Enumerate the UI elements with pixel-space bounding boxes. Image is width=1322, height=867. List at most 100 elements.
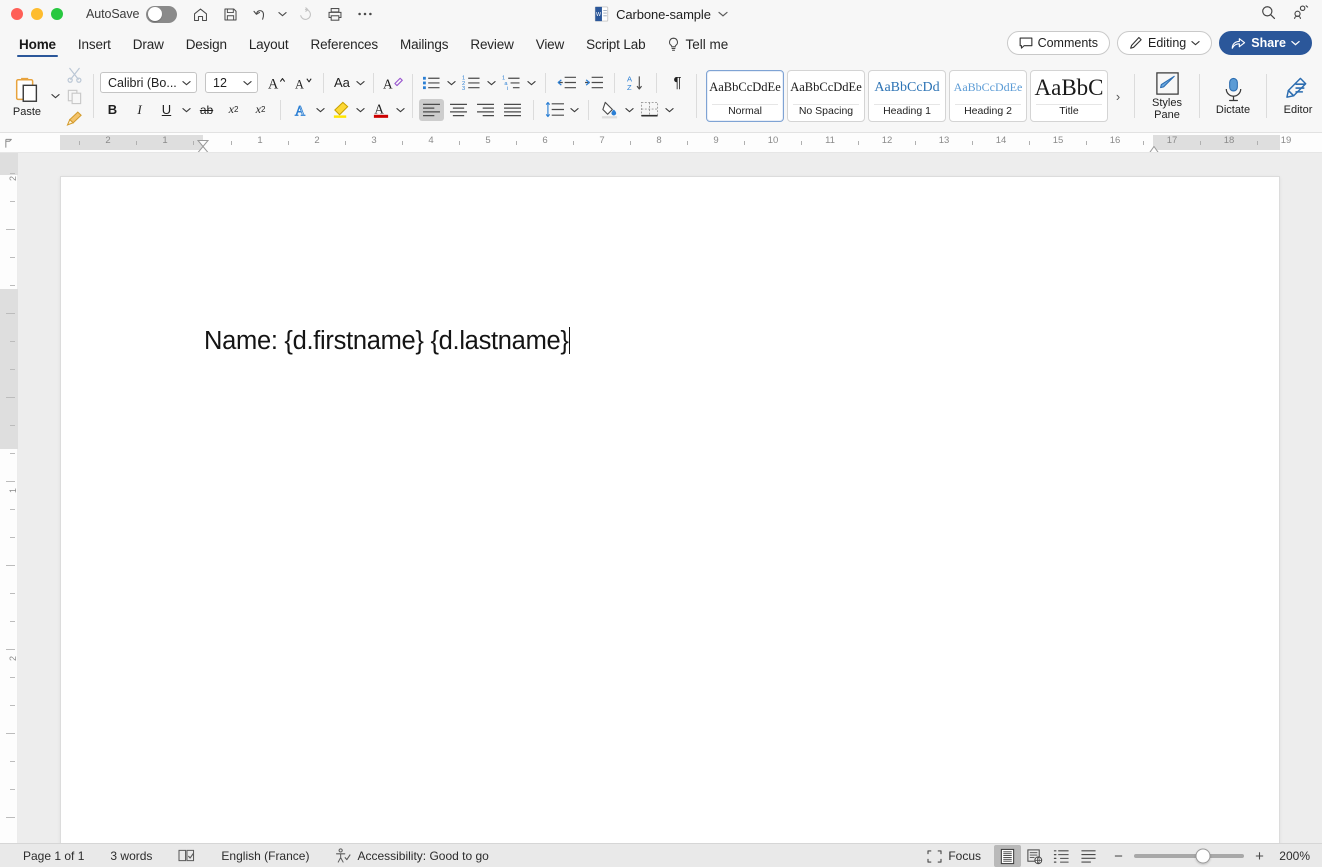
dictate-button[interactable]: Dictate [1206, 76, 1260, 116]
borders-chevron-down-icon[interactable] [664, 99, 675, 121]
shrink-font-button[interactable]: A [291, 72, 316, 94]
tab-review[interactable]: Review [459, 37, 524, 59]
style-heading-2[interactable]: AaBbCcDdEe Heading 2 [949, 70, 1027, 122]
tab-draw[interactable]: Draw [122, 37, 175, 59]
paste-chevron-down-icon[interactable] [50, 85, 61, 107]
horizontal-ruler[interactable]: 2 1 1 2 3 4 5 6 7 8 9 10 11 12 13 14 15 … [0, 133, 1322, 153]
style-normal[interactable]: AaBbCcDdEe Normal [706, 70, 784, 122]
zoom-level-label[interactable]: 200% [1274, 849, 1314, 863]
tab-design[interactable]: Design [175, 37, 238, 59]
numbering-chevron-down-icon[interactable] [486, 72, 497, 94]
tab-home[interactable]: Home [8, 37, 67, 59]
styles-pane-button[interactable]: Styles Pane [1141, 70, 1193, 121]
tab-references[interactable]: References [299, 37, 389, 59]
paste-button[interactable]: Paste [4, 75, 50, 118]
account-icon[interactable] [1291, 4, 1310, 26]
align-left-button[interactable] [419, 98, 444, 121]
text-effects-chevron-down-icon[interactable] [315, 99, 326, 121]
borders-button[interactable] [637, 99, 662, 121]
text-effects-button[interactable]: A [288, 99, 313, 121]
focus-mode-button[interactable]: Focus [914, 844, 994, 867]
minimize-window-button[interactable] [31, 8, 43, 20]
bullets-chevron-down-icon[interactable] [446, 72, 457, 94]
document-title-control[interactable]: W Carbone-sample [594, 6, 728, 22]
web-layout-view-button[interactable] [1021, 845, 1048, 867]
line-spacing-button[interactable] [542, 99, 567, 121]
underline-chevron-down-icon[interactable] [181, 99, 192, 121]
change-case-chevron-down-icon[interactable] [355, 72, 366, 94]
zoom-out-button[interactable]: − [1112, 848, 1125, 865]
share-button[interactable]: Share [1219, 31, 1312, 55]
outline-view-button[interactable] [1048, 845, 1075, 867]
document-body-text[interactable]: Name: {d.firstname} {d.lastname} [204, 327, 571, 356]
autosave-control[interactable]: AutoSave [86, 5, 178, 23]
vertical-ruler[interactable]: 2 1 2 [0, 153, 18, 843]
font-size-input[interactable]: 12 [205, 72, 258, 93]
print-layout-view-button[interactable] [994, 845, 1021, 867]
subscript-button[interactable]: x2 [221, 99, 246, 121]
style-heading-1[interactable]: AaBbCcDd Heading 1 [868, 70, 946, 122]
decrease-indent-button[interactable] [554, 72, 579, 94]
tab-mailings[interactable]: Mailings [389, 37, 459, 59]
underline-button[interactable]: U [154, 99, 179, 121]
shading-button[interactable] [597, 99, 622, 121]
strikethrough-button[interactable]: ab [194, 99, 219, 121]
comments-button[interactable]: Comments [1006, 31, 1111, 55]
copy-icon[interactable] [63, 87, 85, 106]
tab-insert[interactable]: Insert [67, 37, 122, 59]
sort-button[interactable]: AZ [623, 72, 648, 94]
language-indicator[interactable]: English (France) [208, 844, 322, 867]
draft-view-button[interactable] [1075, 845, 1102, 867]
styles-gallery-more-button[interactable]: › [1111, 70, 1125, 122]
tab-view[interactable]: View [525, 37, 575, 59]
close-window-button[interactable] [11, 8, 23, 20]
tab-stop-selector[interactable] [0, 133, 18, 152]
change-case-button[interactable]: Aa [331, 72, 353, 94]
numbering-button[interactable]: 123 [459, 72, 484, 94]
align-center-button[interactable] [446, 99, 471, 121]
bold-button[interactable]: B [100, 99, 125, 121]
text-highlight-color-button[interactable] [328, 99, 353, 121]
show-formatting-marks-button[interactable]: ¶ [665, 72, 690, 94]
highlight-chevron-down-icon[interactable] [355, 99, 366, 121]
multilevel-chevron-down-icon[interactable] [526, 72, 537, 94]
line-spacing-chevron-down-icon[interactable] [569, 99, 580, 121]
justify-button[interactable] [500, 99, 525, 121]
right-indent-marker[interactable] [1148, 141, 1159, 152]
zoom-in-button[interactable]: + [1253, 848, 1266, 865]
document-page[interactable]: Name: {d.firstname} {d.lastname} [60, 176, 1280, 843]
zoom-slider-knob[interactable] [1195, 848, 1211, 864]
font-color-button[interactable]: A [368, 99, 393, 121]
maximize-window-button[interactable] [51, 8, 63, 20]
accessibility-status[interactable]: Accessibility: Good to go [322, 844, 501, 867]
superscript-button[interactable]: x2 [248, 99, 273, 121]
tell-me-button[interactable]: Tell me [656, 37, 739, 59]
style-no-spacing[interactable]: AaBbCcDdEe No Spacing [787, 70, 865, 122]
style-title[interactable]: AaBbC Title [1030, 70, 1108, 122]
font-name-input[interactable]: Calibri (Bo... [100, 72, 197, 93]
clear-formatting-button[interactable]: A [381, 72, 406, 94]
document-canvas[interactable]: Name: {d.firstname} {d.lastname} [18, 153, 1322, 843]
autosave-toggle[interactable] [146, 5, 178, 23]
home-icon[interactable] [187, 2, 213, 26]
search-icon[interactable] [1260, 4, 1277, 26]
tab-script-lab[interactable]: Script Lab [575, 37, 656, 59]
grow-font-button[interactable]: A [264, 72, 289, 94]
cut-icon[interactable] [63, 65, 85, 84]
page-indicator[interactable]: Page 1 of 1 [10, 844, 97, 867]
save-icon[interactable] [217, 2, 243, 26]
editor-button[interactable]: Editor [1273, 76, 1322, 116]
more-options-icon[interactable] [352, 2, 378, 26]
undo-dropdown-chevron-down-icon[interactable] [277, 3, 288, 25]
multilevel-list-button[interactable]: 1ai [499, 72, 524, 94]
proofing-status[interactable] [165, 844, 208, 867]
font-color-chevron-down-icon[interactable] [395, 99, 406, 121]
italic-button[interactable]: I [127, 99, 152, 121]
word-count[interactable]: 3 words [97, 844, 165, 867]
align-right-button[interactable] [473, 99, 498, 121]
increase-indent-button[interactable] [581, 72, 606, 94]
editing-mode-button[interactable]: Editing [1117, 31, 1213, 55]
hanging-indent-marker[interactable] [197, 140, 209, 152]
zoom-slider[interactable] [1134, 848, 1244, 864]
print-icon[interactable] [322, 2, 348, 26]
